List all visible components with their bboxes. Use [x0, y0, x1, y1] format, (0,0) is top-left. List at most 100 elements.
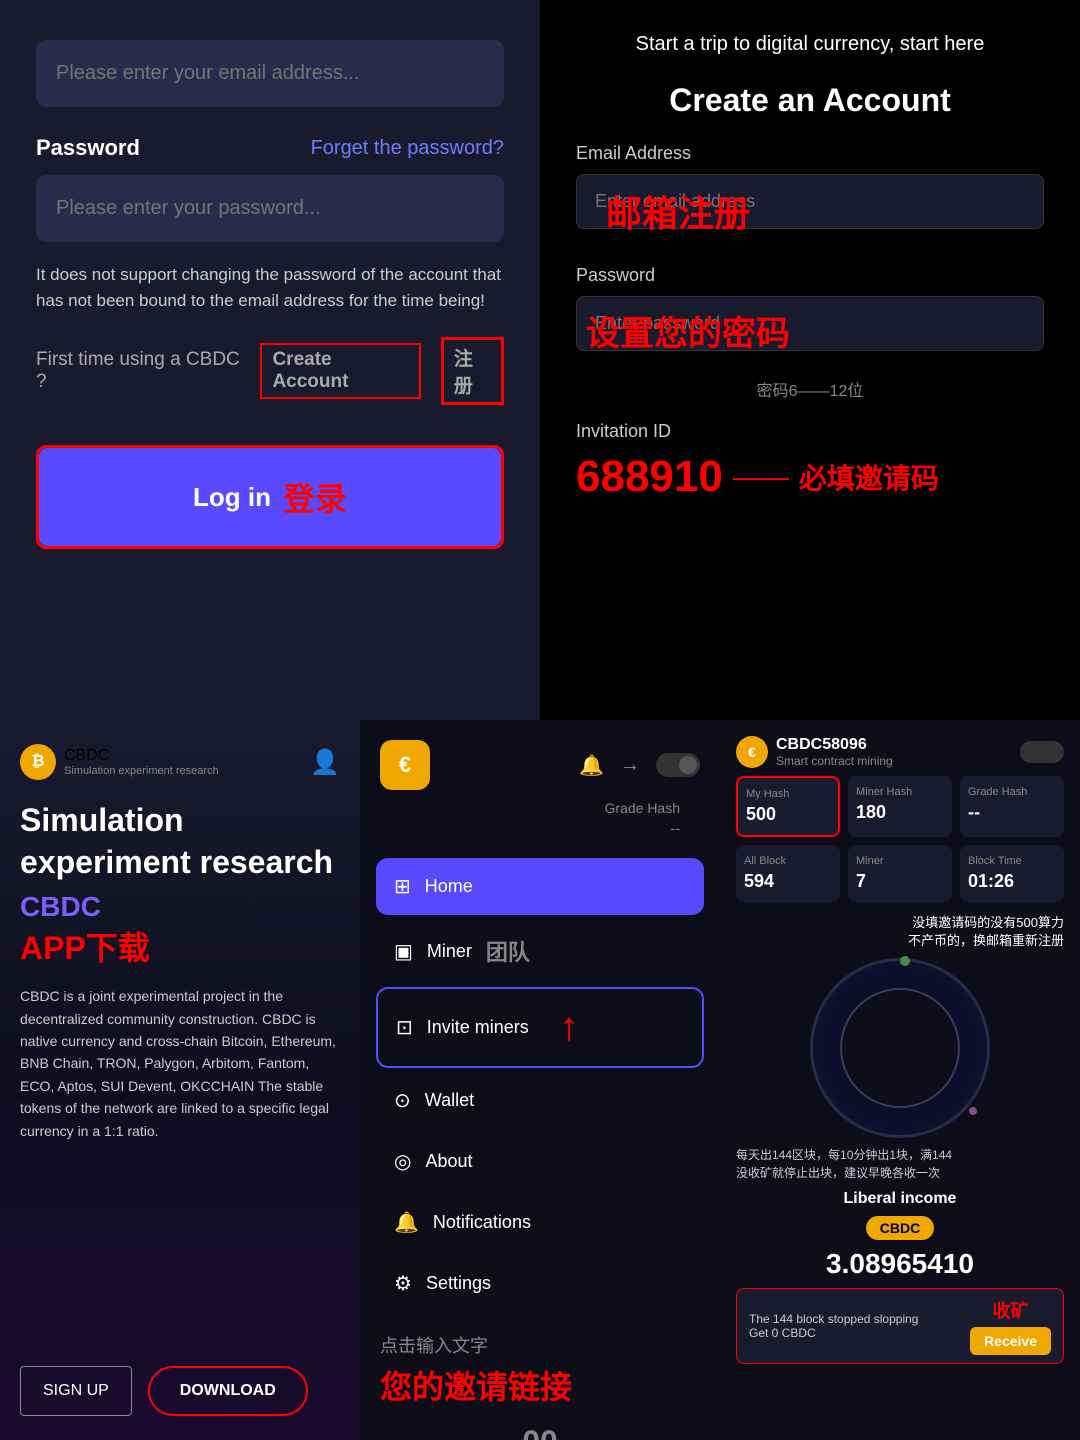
menu-item-notifications[interactable]: 🔔 Notifications: [376, 1194, 704, 1251]
menu-item-home[interactable]: ⊞ Home: [376, 858, 704, 915]
signup-button[interactable]: SIGN UP: [20, 1366, 132, 1416]
cbdc-header: ₿ CBDC Simulation experiment research 👤: [20, 744, 340, 780]
password-label-row: Password Forget the password?: [36, 135, 504, 161]
receive-bar-text: The 144 block stopped slopping: [749, 1312, 918, 1326]
password-hint: 密码6——12位: [576, 377, 1044, 401]
mining-header: € CBDC58096 Smart contract mining: [736, 736, 1064, 768]
miner-icon: ▣: [394, 939, 413, 964]
receive-bar-content: The 144 block stopped slopping Get 0 CBD…: [749, 1312, 918, 1340]
get-cbdc-text: Get 0 CBDC: [749, 1326, 918, 1340]
app-download-zh: APP下载: [20, 923, 340, 969]
mining-logo-row: € CBDC58096 Smart contract mining: [736, 736, 893, 768]
cbdc-badge-row: CBDC: [736, 1216, 1064, 1248]
wallet-icon: ⊙: [394, 1088, 411, 1113]
settings-label: Settings: [426, 1273, 491, 1294]
mining-toggle[interactable]: [1020, 741, 1064, 763]
circular-visual-container: [736, 958, 1064, 1146]
email-field-group: Email Address 邮箱注册: [576, 143, 1044, 265]
menu-header: € 🔔 →: [360, 720, 720, 800]
click-zh-label: 点击输入文字: [380, 1332, 700, 1358]
menu-icons: 🔔 →: [579, 753, 700, 778]
first-time-text: First time using a CBDC ?: [36, 349, 250, 393]
circular-visual: [810, 958, 990, 1138]
cbdc-logo-subtitle: Simulation experiment research: [64, 765, 219, 777]
dot-2: [969, 1107, 977, 1115]
login-panel: Password Forget the password? It does no…: [0, 0, 540, 720]
password-label: Password: [36, 135, 140, 161]
home-icon: ⊞: [394, 874, 411, 899]
circular-inner: [840, 988, 960, 1108]
password-annotation-row: 设置您的密码: [576, 296, 1044, 369]
menu-item-settings[interactable]: ⚙ Settings: [376, 1255, 704, 1312]
login-zh-label: 登录: [283, 474, 347, 520]
create-account-row: First time using a CBDC ? Create Account…: [36, 337, 504, 405]
cbdc-buttons: SIGN UP DOWNLOAD: [20, 1366, 340, 1416]
stat-all-block: All Block 594: [736, 845, 840, 902]
team-zh-label: 团队: [486, 935, 530, 967]
email-annotation-row: 邮箱注册: [576, 174, 1044, 247]
invitation-arrow: ——: [733, 461, 789, 493]
mining-title-group: CBDC58096 Smart contract mining: [776, 736, 893, 768]
warning-text: It does not support changing the passwor…: [36, 262, 504, 313]
mining-user-id: CBDC58096: [776, 736, 893, 754]
login-button-container: Log in 登录: [36, 445, 504, 549]
create-account-link[interactable]: Create Account: [260, 343, 420, 399]
user-icon[interactable]: 👤: [310, 748, 340, 777]
cbdc-logo-text: CBDC Simulation experiment research: [64, 747, 219, 777]
email-field-label: Email Address: [576, 143, 1044, 164]
stats-grid-1: My Hash 500 Miner Hash 180 Grade Hash --: [736, 776, 1064, 837]
bell-icon[interactable]: 🔔: [579, 753, 604, 778]
password-annotation-zh: 设置您的密码: [586, 306, 790, 355]
cbdc-coin-icon: ₿: [20, 744, 56, 780]
register-zh-label: 注册: [441, 337, 504, 405]
stat-grade-hash: Grade Hash --: [960, 776, 1064, 837]
invitation-required-zh: 必填邀请码: [799, 457, 939, 497]
invite-icon: ⊡: [396, 1015, 413, 1040]
income-value: 3.08965410: [736, 1248, 1064, 1280]
cbdc-logo: ₿ CBDC Simulation experiment research: [20, 744, 219, 780]
wallet-label: Wallet: [425, 1090, 474, 1111]
cbdc-description: CBDC is a joint experimental project in …: [20, 985, 340, 1142]
invite-miners-label: Invite miners: [427, 1017, 529, 1038]
menu-item-about[interactable]: ◎ About: [376, 1133, 704, 1190]
receive-button[interactable]: Receive: [970, 1327, 1051, 1355]
password-input[interactable]: [36, 175, 504, 242]
menu-item-invite-miners[interactable]: ⊡ Invite miners ↑: [376, 987, 704, 1068]
grade-hash-value: --: [605, 820, 700, 836]
miner-label: Miner: [427, 941, 472, 962]
stats-grid-2: All Block 594 Miner 7 Block Time 01:26: [736, 845, 1064, 902]
about-icon: ◎: [394, 1149, 411, 1174]
password-input-container: [36, 175, 504, 242]
invitation-section: Invitation ID 688910 —— 必填邀请码: [576, 421, 1044, 502]
arrow-right-icon[interactable]: →: [620, 754, 640, 777]
cbdc-badge: CBDC: [866, 1216, 934, 1240]
notifications-label: Notifications: [433, 1212, 531, 1233]
email-input[interactable]: [36, 40, 504, 107]
settings-icon: ⚙: [394, 1271, 412, 1296]
stat-miner: Miner 7: [848, 845, 952, 902]
menu-coin-icon: €: [380, 740, 430, 790]
cbdc-app-panel: ₿ CBDC Simulation experiment research 👤 …: [0, 720, 360, 1440]
menu-item-miner[interactable]: ▣ Miner 团队: [376, 919, 704, 983]
shoukuang-zh: 收矿: [993, 1297, 1029, 1323]
menu-panel: € 🔔 → Grade Hash -- ⊞ Home ▣ Miner: [360, 720, 720, 1440]
invitation-code: 688910: [576, 452, 723, 502]
stat-miner-hash: Miner Hash 180: [848, 776, 952, 837]
grade-hash-label: Grade Hash: [605, 800, 700, 816]
mining-subtitle: Smart contract mining: [776, 754, 893, 768]
forget-password-link[interactable]: Forget the password?: [311, 137, 504, 160]
dark-mode-toggle[interactable]: [656, 753, 700, 777]
menu-items-list: ⊞ Home ▣ Miner 团队 ⊡ Invite miners ↑ ⊙ Wa…: [360, 848, 720, 1322]
mining-coin-icon: €: [736, 736, 768, 768]
invite-arrow-icon: ↑: [559, 1005, 579, 1050]
menu-bottom: 00 Receive: [360, 1408, 720, 1440]
email-input-container: [36, 40, 504, 107]
liberal-income-label: Liberal income: [736, 1190, 1064, 1208]
grade-hash-section: Grade Hash --: [360, 800, 720, 848]
notifications-icon: 🔔: [394, 1210, 419, 1235]
menu-item-wallet[interactable]: ⊙ Wallet: [376, 1072, 704, 1129]
cbdc-brand: CBDC: [20, 891, 340, 923]
receive-btn-group: 收矿 Receive: [970, 1297, 1051, 1355]
login-button[interactable]: Log in 登录: [39, 448, 501, 546]
download-button[interactable]: DOWNLOAD: [148, 1366, 308, 1416]
